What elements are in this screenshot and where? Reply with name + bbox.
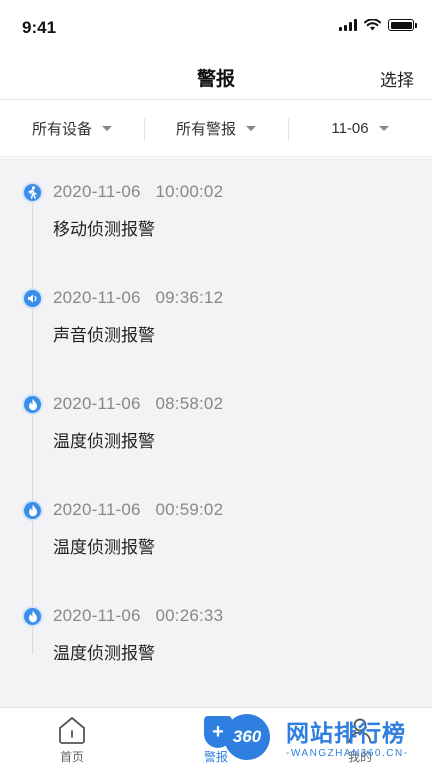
caret-down-icon (102, 126, 112, 131)
flame-icon (22, 500, 43, 521)
alarm-list-item[interactable]: 2020-11-06 00:59:02 温度侦测报警 (0, 476, 432, 557)
tab-profile[interactable]: 我的 (288, 708, 432, 768)
cellular-signal-icon (339, 19, 357, 31)
filter-bar: 所有设备 所有警报 11-06 (0, 101, 432, 157)
caret-down-icon (378, 126, 389, 131)
caret-down-icon (246, 126, 256, 131)
wifi-icon (364, 19, 381, 31)
device-filter-dropdown[interactable]: 所有设备 (0, 101, 144, 156)
status-icons (339, 19, 417, 31)
tab-profile-label: 我的 (347, 750, 372, 764)
device-filter-label: 所有设备 (31, 121, 92, 138)
alarm-type-filter-label: 所有警报 (175, 121, 236, 138)
motion-person-icon (22, 182, 43, 203)
date-filter-dropdown[interactable]: 11-06 (288, 101, 432, 156)
tab-home-label: 首页 (59, 750, 84, 764)
battery-icon (388, 19, 417, 31)
status-time: 9:41 (22, 18, 57, 37)
alarm-type-filter-dropdown[interactable]: 所有警报 (144, 101, 288, 156)
tab-alarm[interactable]: 警报 (144, 708, 288, 768)
alarm-datetime: 2020-11-06 09:36:12 (53, 288, 224, 307)
alarm-list-item[interactable]: 2020-11-06 08:58:02 温度侦测报警 (0, 370, 432, 451)
tab-alarm-label: 警报 (203, 750, 228, 764)
date-filter-label: 11-06 (331, 120, 369, 137)
alarm-type: 声音侦测报警 (53, 326, 155, 345)
alarm-list[interactable]: 2020-11-06 10:00:02 移动侦测报警 2020-11-06 09… (0, 158, 432, 708)
alarm-datetime: 2020-11-06 08:58:02 (53, 394, 224, 413)
alarm-datetime: 2020-11-06 00:59:02 (53, 500, 224, 519)
nav-bar: 警报 选择 (0, 54, 432, 100)
alarm-datetime: 2020-11-06 00:26:33 (53, 606, 224, 625)
select-button[interactable]: 选择 (380, 66, 414, 91)
alarm-type: 温度侦测报警 (53, 644, 155, 663)
alarm-datetime: 2020-11-06 10:00:02 (53, 182, 224, 201)
sound-speaker-icon (22, 288, 43, 309)
alarm-list-item[interactable]: 2020-11-06 10:00:02 移动侦测报警 (0, 158, 432, 239)
flame-icon (22, 394, 43, 415)
home-icon (59, 717, 85, 744)
alarm-list-item[interactable]: 2020-11-06 00:26:33 温度侦测报警 (0, 582, 432, 663)
alarm-type: 温度侦测报警 (53, 538, 155, 557)
tab-home[interactable]: 首页 (0, 708, 144, 768)
flame-icon (22, 606, 43, 627)
profile-icon (348, 718, 372, 743)
alarm-type: 移动侦测报警 (53, 220, 155, 239)
page-title: 警报 (196, 69, 235, 90)
alarm-type: 温度侦测报警 (53, 432, 155, 451)
status-bar: 9:41 (0, 0, 432, 54)
alarm-list-item[interactable]: 2020-11-06 09:36:12 声音侦测报警 (0, 264, 432, 345)
alarm-icon (205, 718, 227, 743)
bottom-tab-bar: 首页 警报 我的 (0, 707, 432, 768)
